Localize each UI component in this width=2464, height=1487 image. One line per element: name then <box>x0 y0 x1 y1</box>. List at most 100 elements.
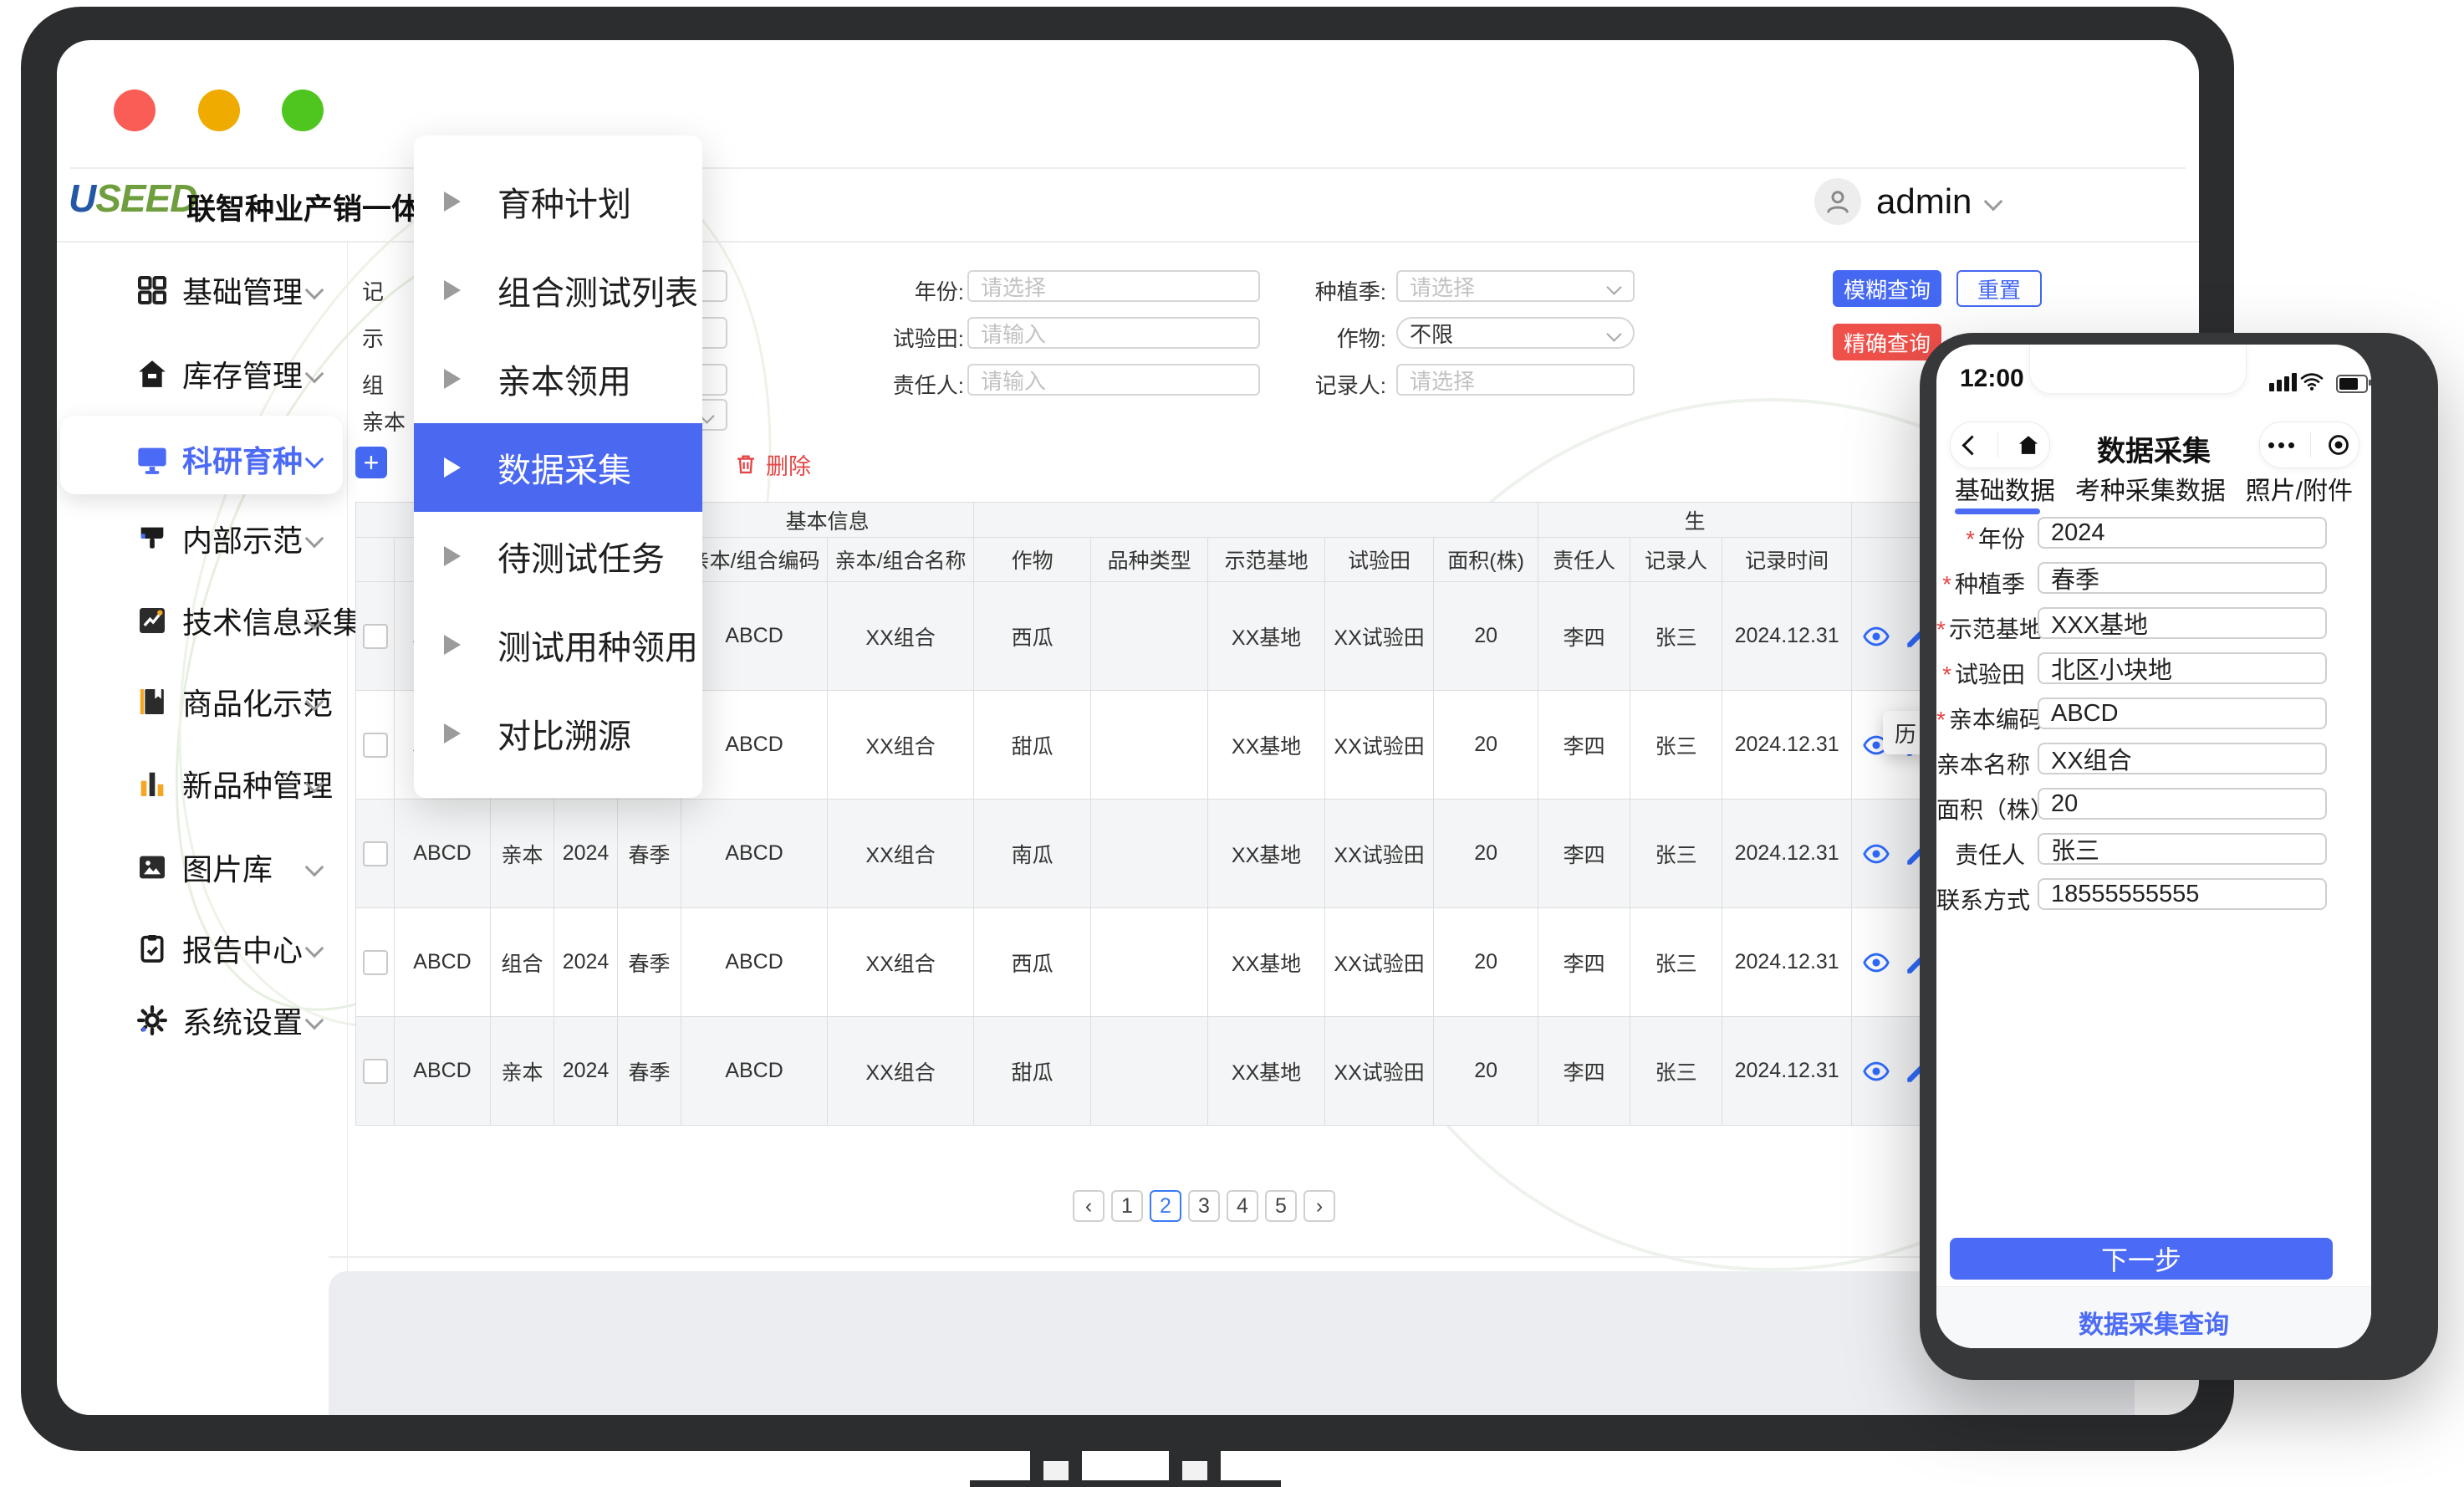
tab-basic-data[interactable]: 基础数据 <box>1955 470 2055 507</box>
pagination-prev[interactable]: ‹ <box>1073 1190 1104 1222</box>
maximize-window-button[interactable] <box>282 89 324 131</box>
trend-chart-icon <box>134 602 171 639</box>
close-window-button[interactable] <box>114 89 156 131</box>
arrow-right-icon <box>444 635 461 655</box>
view-icon[interactable] <box>1862 622 1890 651</box>
submenu-item-compare-trace[interactable]: 对比溯源 <box>414 689 702 778</box>
sidebar-item-research-breeding[interactable]: 科研育种 <box>57 436 347 483</box>
col-base: 示范基地 <box>1208 538 1325 582</box>
submenu-item-pending-test-tasks[interactable]: 待测试任务 <box>414 512 702 600</box>
pagination-page-5[interactable]: 5 <box>1265 1190 1297 1222</box>
phone-screen: 12:00 数据采集 基础数据 考种采集数据 照片/附件 <box>1936 345 2371 1348</box>
filter-label-year: 年份: <box>847 275 964 306</box>
fuzzy-search-button[interactable]: 模糊查询 <box>1833 270 1941 307</box>
year-input[interactable]: 2024 <box>2038 517 2327 549</box>
arrow-right-icon <box>444 280 461 300</box>
group-header-clipped: 生 <box>1538 503 1852 538</box>
season-input[interactable]: 春季 <box>2038 562 2327 594</box>
logo-seed: SEED <box>95 176 196 220</box>
row-checkbox[interactable] <box>363 733 388 758</box>
owner-input-phone[interactable]: 张三 <box>2038 833 2327 865</box>
row-checkbox[interactable] <box>363 624 388 649</box>
filter-label-owner: 责任人: <box>847 369 964 400</box>
season-select[interactable]: 请选择 <box>1396 270 1635 302</box>
submenu-item-test-seed-requisition[interactable]: 测试用种领用 <box>414 600 702 689</box>
exact-search-button[interactable]: 精确查询 <box>1833 324 1941 360</box>
pagination-page-3[interactable]: 3 <box>1188 1190 1220 1222</box>
minimize-window-button[interactable] <box>198 89 240 131</box>
pagination-page-4[interactable]: 4 <box>1227 1190 1258 1222</box>
year-select[interactable]: 请选择 <box>967 270 1260 302</box>
phone-mockup: 12:00 数据采集 基础数据 考种采集数据 照片/附件 <box>1920 333 2438 1380</box>
submenu-item-combo-test-list[interactable]: 组合测试列表 <box>414 246 702 335</box>
next-step-button[interactable]: 下一步 <box>1950 1238 2333 1280</box>
sidebar-divider <box>347 243 348 1413</box>
crop-select[interactable]: 不限 <box>1396 317 1635 349</box>
tab-seed-test-data[interactable]: 考种采集数据 <box>2075 470 2226 507</box>
submenu-item-parent-requisition[interactable]: 亲本领用 <box>414 335 702 423</box>
sidebar-item-basic-management[interactable]: 基础管理 <box>57 267 347 314</box>
record-icon[interactable] <box>2327 433 2350 457</box>
tab-photos-attachments[interactable]: 照片/附件 <box>2246 470 2353 507</box>
sidebar-item-tech-info-collect[interactable]: 技术信息采集 <box>57 597 347 644</box>
parent-code-input[interactable]: ABCD <box>2038 698 2327 729</box>
sidebar-item-image-library[interactable]: 图片库 <box>57 844 347 891</box>
base-input[interactable]: XXX基地 <box>2038 607 2327 639</box>
trial-field-input[interactable]: 北区小块地 <box>2038 652 2327 684</box>
filter-label-clipped-2: 示 <box>362 322 384 353</box>
submenu-item-breeding-plan[interactable]: 育种计划 <box>414 157 702 246</box>
chevron-down-icon <box>305 365 324 384</box>
logo-u: U <box>69 176 95 220</box>
phone-notch <box>2029 345 2247 394</box>
chevron-down-icon <box>305 939 324 958</box>
row-checkbox[interactable] <box>363 1059 388 1084</box>
col-crop: 作物 <box>974 538 1091 582</box>
wifi-icon <box>2299 371 2324 391</box>
filter-label-field: 试验田: <box>847 322 964 353</box>
row-checkbox[interactable] <box>363 841 388 866</box>
filter-label-clipped-3: 组 <box>362 369 384 400</box>
research-breeding-submenu: 育种计划 组合测试列表 亲本领用 数据采集 待测试任务 测试用种领用 对比溯源 <box>414 135 702 798</box>
phone-footer: 数据采集查询 <box>1936 1286 2371 1348</box>
area-input[interactable]: 20 <box>2038 788 2327 820</box>
data-collection-query-link[interactable]: 数据采集查询 <box>1936 1304 2371 1341</box>
user-menu[interactable]: admin <box>1814 177 2000 226</box>
chevron-down-icon <box>305 1011 324 1030</box>
sidebar-item-commercial-demo[interactable]: 商品化示范 <box>57 678 347 725</box>
recorder-select[interactable]: 请选择 <box>1396 364 1635 396</box>
view-icon[interactable] <box>1862 1057 1890 1086</box>
pagination-page-2[interactable]: 2 <box>1150 1190 1181 1222</box>
row-checkbox[interactable] <box>363 950 388 975</box>
avatar <box>1814 178 1861 225</box>
sidebar-item-report-center[interactable]: 报告中心 <box>57 925 347 972</box>
reset-button[interactable]: 重置 <box>1956 270 2042 307</box>
phone-field-season: *种植季 春季 <box>1936 562 2371 594</box>
sidebar-item-system-settings[interactable]: 系统设置 <box>57 997 347 1044</box>
submenu-item-data-collection[interactable]: 数据采集 <box>414 423 702 512</box>
sidebar-item-internal-demo[interactable]: 内部示范 <box>57 515 347 562</box>
table-row: ABCD亲本2024春季ABCDXX组合甜瓜XX基地XX试验田20李四张三202… <box>356 1017 2058 1126</box>
more-icon[interactable] <box>2268 442 2294 448</box>
group-header-basic: 基本信息 <box>681 503 974 538</box>
field-input[interactable]: 请输入 <box>967 317 1260 349</box>
view-icon[interactable] <box>1862 840 1890 868</box>
view-icon[interactable] <box>1862 948 1890 977</box>
clipboard-check-icon <box>134 930 171 967</box>
page: USEED 联智种业产销一体 admin 基础管理 库存管理 <box>0 0 2464 1487</box>
pagination-page-1[interactable]: 1 <box>1111 1190 1143 1222</box>
delete-button[interactable]: 删除 <box>734 447 811 481</box>
parent-name-input[interactable]: XX组合 <box>2038 743 2327 774</box>
sidebar-item-inventory[interactable]: 库存管理 <box>57 350 347 397</box>
add-button[interactable]: + <box>355 447 387 478</box>
pagination-next[interactable]: › <box>1303 1190 1335 1222</box>
phone-field-owner: 责任人 张三 <box>1936 833 2371 865</box>
filter-label-crop: 作物: <box>1269 322 1386 353</box>
arrow-right-icon <box>444 723 461 744</box>
sidebar-item-new-variety[interactable]: 新品种管理 <box>57 760 347 807</box>
useed-logo: USEED <box>69 176 197 221</box>
contact-input[interactable]: 18555555555 <box>2038 878 2327 910</box>
owner-input[interactable]: 请输入 <box>967 364 1260 396</box>
col-owner: 责任人 <box>1538 538 1630 582</box>
arrow-right-icon <box>444 192 461 212</box>
chevron-down-icon <box>305 858 324 877</box>
